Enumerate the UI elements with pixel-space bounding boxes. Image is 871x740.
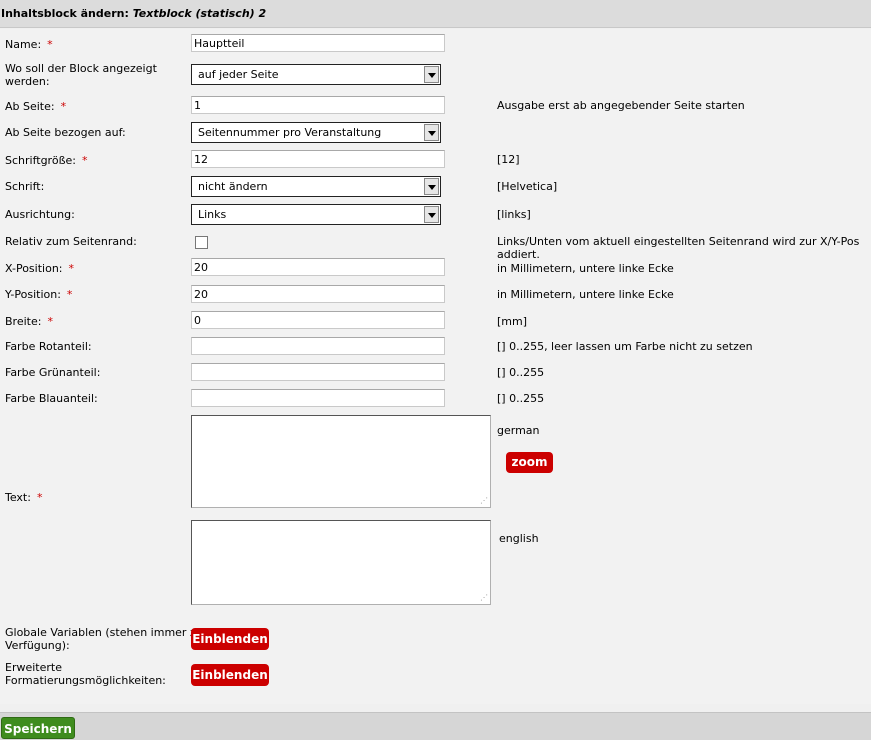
page-header: Inhaltsblock ändern: Textblock (statisch… [0, 0, 871, 28]
save-button[interactable]: Speichern [1, 717, 75, 739]
globals-label: Globale Variablen (stehen immer zur Verfü… [5, 626, 208, 652]
alignment-select[interactable]: Links [191, 204, 441, 225]
from-page-input[interactable]: 1 [191, 96, 445, 114]
page-subtitle: Textblock (statisch) 2 [132, 7, 267, 20]
x-position-label: X-Position: * [5, 262, 74, 275]
x-position-input[interactable]: 20 [191, 258, 445, 276]
required-mark: * [47, 315, 53, 328]
blue-label: Farbe Blauanteil: [5, 392, 98, 405]
font-size-input[interactable]: 12 [191, 150, 445, 168]
font-select[interactable]: nicht ändern [191, 176, 441, 197]
location-label: Wo soll der Block angezeigt werden: [5, 62, 157, 88]
red-input[interactable] [191, 337, 445, 355]
y-position-input[interactable]: 20 [191, 285, 445, 303]
font-hint: [Helvetica] [497, 180, 558, 193]
red-hint: [] 0..255, leer lassen um Farbe nicht zu… [497, 340, 753, 353]
green-hint: [] 0..255 [497, 366, 545, 379]
blue-input[interactable] [191, 389, 445, 407]
from-page-ref-label: Ab Seite bezogen auf: [5, 126, 126, 139]
from-page-label: Ab Seite: * [5, 100, 67, 113]
resize-grip-icon[interactable]: ⋰ [480, 497, 488, 505]
text-english-textarea[interactable]: ⋰ [191, 520, 491, 605]
y-position-label: Y-Position: * [5, 288, 73, 301]
width-input[interactable]: 0 [191, 311, 445, 329]
x-position-hint: in Millimetern, untere linke Ecke [497, 262, 674, 275]
font-size-label: Schriftgröße: * [5, 154, 88, 167]
alignment-hint: [links] [497, 208, 531, 221]
relative-margin-checkbox[interactable] [195, 236, 208, 249]
text-german-textarea[interactable]: ⋰ [191, 415, 491, 508]
globals-show-button[interactable]: Einblenden [191, 628, 269, 650]
red-label: Farbe Rotanteil: [5, 340, 92, 353]
edit-form: Name: * Hauptteil Wo soll der Block angez… [0, 29, 871, 704]
relative-margin-hint: Links/Unten vom aktuell eingestellten Se… [497, 235, 860, 261]
chevron-down-icon [424, 124, 439, 141]
footer-bar: Speichern [0, 712, 871, 740]
relative-margin-label: Relativ zum Seitenrand: [5, 235, 137, 248]
resize-grip-icon[interactable]: ⋰ [480, 594, 488, 602]
zoom-button[interactable]: zoom [506, 452, 553, 473]
green-label: Farbe Grünanteil: [5, 366, 101, 379]
text-label: Text: * [5, 491, 43, 504]
required-mark: * [60, 100, 67, 113]
formatting-show-button[interactable]: Einblenden [191, 664, 269, 686]
from-page-ref-select[interactable]: Seitennummer pro Veranstaltung [191, 122, 441, 143]
name-label: Name: * [5, 38, 53, 51]
font-size-hint: [12] [497, 153, 520, 166]
location-select[interactable]: auf jeder Seite [191, 64, 441, 85]
chevron-down-icon [424, 178, 439, 195]
alignment-label: Ausrichtung: [5, 208, 75, 221]
chevron-down-icon [424, 206, 439, 223]
required-mark: * [36, 491, 43, 504]
width-hint: [mm] [497, 315, 528, 328]
blue-hint: [] 0..255 [497, 392, 545, 405]
required-mark: * [68, 262, 75, 275]
chevron-down-icon [424, 66, 439, 83]
page-title: Inhaltsblock ändern: [1, 7, 133, 20]
y-position-hint: in Millimetern, untere linke Ecke [497, 288, 674, 301]
from-page-hint: Ausgabe erst ab angegebender Seite start… [497, 99, 745, 112]
lang-german-label: german [497, 424, 540, 437]
required-mark: * [47, 38, 53, 51]
lang-english-label: english [499, 532, 539, 545]
width-label: Breite: * [5, 315, 53, 328]
font-label: Schrift: [5, 180, 45, 193]
formatting-label: Erweiterte Formatierungsmöglichkeiten: [5, 661, 166, 687]
green-input[interactable] [191, 363, 445, 381]
required-mark: * [66, 288, 73, 301]
required-mark: * [81, 154, 88, 167]
name-input[interactable]: Hauptteil [191, 34, 445, 52]
